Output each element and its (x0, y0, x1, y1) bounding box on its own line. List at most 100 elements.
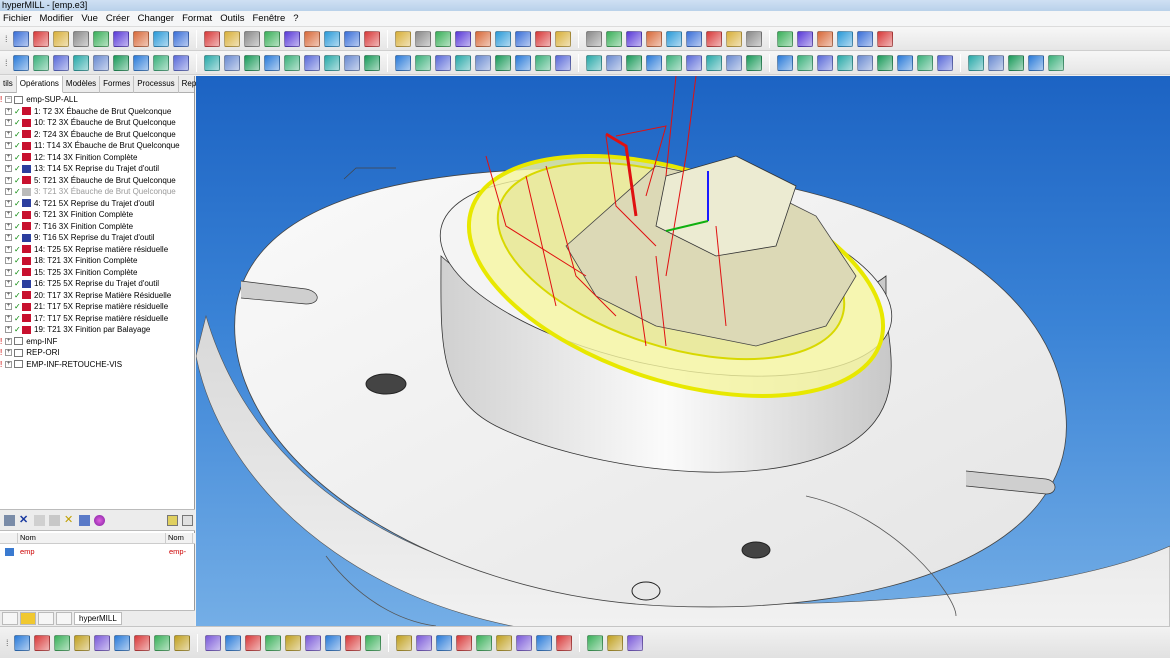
menu-item[interactable]: Fenêtre (252, 13, 285, 24)
trim-icon[interactable] (244, 634, 261, 651)
toolbar-grip-icon[interactable]: ⁞ (5, 34, 8, 44)
tree-item[interactable]: + ✓ 19: T21 3X Finition par Balayage (0, 324, 195, 336)
expand-toggle-icon[interactable]: + (5, 303, 12, 311)
check-icon[interactable]: ✓ (14, 164, 21, 173)
check-icon[interactable]: ✓ (14, 256, 21, 265)
sketch-icon[interactable] (395, 634, 412, 651)
select-icon[interactable] (645, 54, 662, 71)
boolean-icon[interactable] (172, 54, 189, 71)
import-icon[interactable] (182, 514, 193, 526)
delete-icon[interactable] (494, 30, 511, 47)
help-icon[interactable] (363, 30, 380, 47)
shape-icon[interactable] (514, 54, 531, 71)
trim-icon[interactable] (495, 634, 512, 651)
tree-item[interactable]: + ✓ 12: T14 3X Finition Complète (0, 152, 195, 164)
line-icon[interactable] (73, 634, 90, 651)
save-icon[interactable] (52, 30, 69, 47)
open-icon[interactable] (796, 30, 813, 47)
expand-toggle-icon[interactable]: + (5, 360, 13, 368)
tab-4[interactable]: Processus (134, 76, 179, 93)
chamfer-icon[interactable] (363, 54, 380, 71)
menu-item[interactable]: Vue (81, 13, 98, 24)
tree-item[interactable]: + ✓ 20: T17 3X Reprise Matière Résiduelle (0, 290, 195, 302)
first-tool-icon[interactable] (4, 514, 15, 526)
column-name[interactable]: Nom (18, 533, 166, 543)
box-icon[interactable] (203, 30, 220, 47)
measure-icon[interactable] (343, 30, 360, 47)
fillet-icon[interactable] (554, 54, 571, 71)
solid-icon[interactable] (283, 54, 300, 71)
expand-toggle-icon[interactable]: + (5, 199, 12, 207)
shape-icon[interactable] (303, 54, 320, 71)
save-icon[interactable] (434, 30, 451, 47)
expand-toggle-icon[interactable]: + (5, 291, 12, 299)
zoom-icon[interactable] (263, 30, 280, 47)
menu-item[interactable]: Modifier (40, 13, 74, 24)
expand-toggle-icon[interactable]: + (5, 337, 13, 345)
zoom-icon[interactable] (645, 30, 662, 47)
solid-icon[interactable] (72, 54, 89, 71)
menu-item[interactable]: Format (182, 13, 212, 24)
rotate-icon[interactable] (303, 30, 320, 47)
paste-icon[interactable] (554, 30, 571, 47)
check-icon[interactable]: ✓ (14, 302, 21, 311)
fillet-icon[interactable] (343, 54, 360, 71)
edit-icon[interactable] (34, 514, 45, 526)
fillet-icon[interactable] (987, 54, 1004, 71)
cut-icon[interactable] (514, 30, 531, 47)
curve-icon[interactable] (284, 634, 301, 651)
expand-toggle-icon[interactable]: + (5, 176, 12, 184)
arc-icon[interactable] (555, 634, 572, 651)
expand-toggle-icon[interactable]: + (5, 153, 12, 161)
expand-toggle-icon[interactable]: + (5, 234, 12, 242)
sketch-icon[interactable] (264, 634, 281, 651)
chamfer-icon[interactable] (585, 54, 602, 71)
check-icon[interactable]: ✓ (14, 187, 21, 196)
tab-library-icon[interactable] (38, 612, 54, 625)
cross-icon[interactable]: ✕ (64, 514, 75, 526)
tree-item[interactable]: + ✓ 13: T14 5X Reprise du Trajet d'outil (0, 163, 195, 175)
extrude-icon[interactable] (745, 54, 762, 71)
check-icon[interactable]: ✓ (14, 118, 21, 127)
toolbar-grip-icon[interactable]: ⁞ (6, 638, 9, 648)
cad-model-view[interactable] (196, 76, 1170, 626)
copy-icon[interactable] (49, 514, 60, 526)
tab-tree-icon[interactable] (2, 612, 18, 625)
menu-item[interactable]: Changer (138, 13, 174, 24)
export-icon[interactable] (167, 514, 178, 526)
trim-icon[interactable] (113, 634, 130, 651)
point-icon[interactable] (475, 634, 492, 651)
view-icon[interactable] (705, 30, 722, 47)
trim-icon[interactable] (626, 634, 643, 651)
expand-toggle-icon[interactable]: + (5, 314, 12, 322)
check-icon[interactable]: ✓ (14, 245, 21, 254)
help-icon[interactable] (745, 30, 762, 47)
new-icon[interactable] (776, 30, 793, 47)
open-icon[interactable] (32, 30, 49, 47)
select-icon[interactable] (434, 54, 451, 71)
check-icon[interactable]: ✓ (14, 233, 21, 242)
plane-icon[interactable] (665, 54, 682, 71)
tree-root[interactable]: ! + EMP-INF-RETOUCHE-VIS (0, 359, 195, 371)
chamfer-icon[interactable] (1007, 54, 1024, 71)
check-icon[interactable]: ✓ (14, 141, 21, 150)
arc-icon[interactable] (304, 634, 321, 651)
boolean-icon[interactable] (605, 54, 622, 71)
expand-toggle-icon[interactable]: − (5, 96, 13, 104)
expand-toggle-icon[interactable]: + (5, 222, 12, 230)
expand-toggle-icon[interactable]: + (5, 211, 12, 219)
surface-icon[interactable] (685, 54, 702, 71)
expand-toggle-icon[interactable]: + (5, 268, 12, 276)
redo-icon[interactable] (92, 30, 109, 47)
plane-icon[interactable] (454, 54, 471, 71)
extrude-icon[interactable] (534, 54, 551, 71)
wire-icon[interactable] (625, 30, 642, 47)
tab-hypermill[interactable]: hyperMILL (74, 612, 122, 625)
sphere-icon[interactable] (94, 514, 105, 526)
curve-icon[interactable] (415, 634, 432, 651)
fillet-icon[interactable] (776, 54, 793, 71)
tab-3[interactable]: Formes (100, 76, 135, 93)
tab-tools-icon[interactable] (20, 612, 36, 625)
menu-item[interactable]: Outils (220, 13, 244, 24)
check-icon[interactable]: ✓ (14, 314, 21, 323)
